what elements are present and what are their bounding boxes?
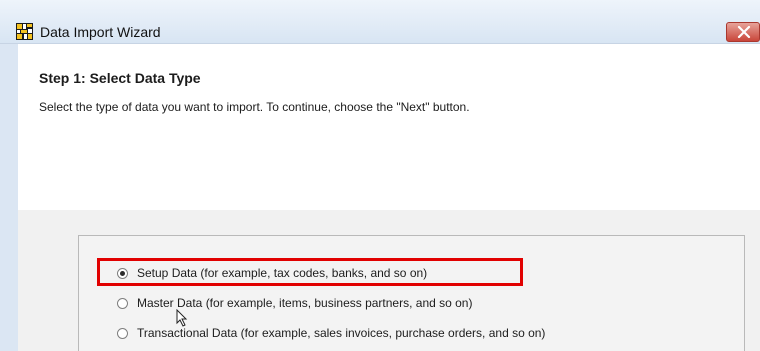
data-type-group: Setup Data (for example, tax codes, bank… <box>78 235 745 351</box>
data-import-wizard-window: Data Import Wizard Step 1: Select Data T… <box>0 0 760 351</box>
window-title: Data Import Wizard <box>40 24 161 40</box>
option-setup-data[interactable]: Setup Data (for example, tax codes, bank… <box>117 263 427 283</box>
data-import-wizard-icon <box>16 23 33 40</box>
left-border <box>0 44 18 351</box>
step-description: Select the type of data you want to impo… <box>39 100 470 114</box>
radio-unselected-icon[interactable] <box>117 327 128 339</box>
title-bar: Data Import Wizard <box>0 0 760 44</box>
option-label: Master Data (for example, items, busines… <box>137 296 473 310</box>
radio-selected-icon[interactable] <box>117 267 128 279</box>
option-label: Setup Data (for example, tax codes, bank… <box>137 266 428 280</box>
header-panel: Step 1: Select Data Type Select the type… <box>18 44 760 210</box>
mouse-pointer-icon <box>176 308 188 327</box>
step-title: Step 1: Select Data Type <box>39 70 201 86</box>
close-button[interactable] <box>726 22 760 42</box>
options-panel: Setup Data (for example, tax codes, bank… <box>18 210 760 351</box>
option-label: Transactional Data (for example, sales i… <box>137 326 546 340</box>
radio-unselected-icon[interactable] <box>117 297 128 309</box>
close-icon <box>737 26 751 38</box>
option-master-data[interactable]: Master Data (for example, items, busines… <box>117 293 472 313</box>
